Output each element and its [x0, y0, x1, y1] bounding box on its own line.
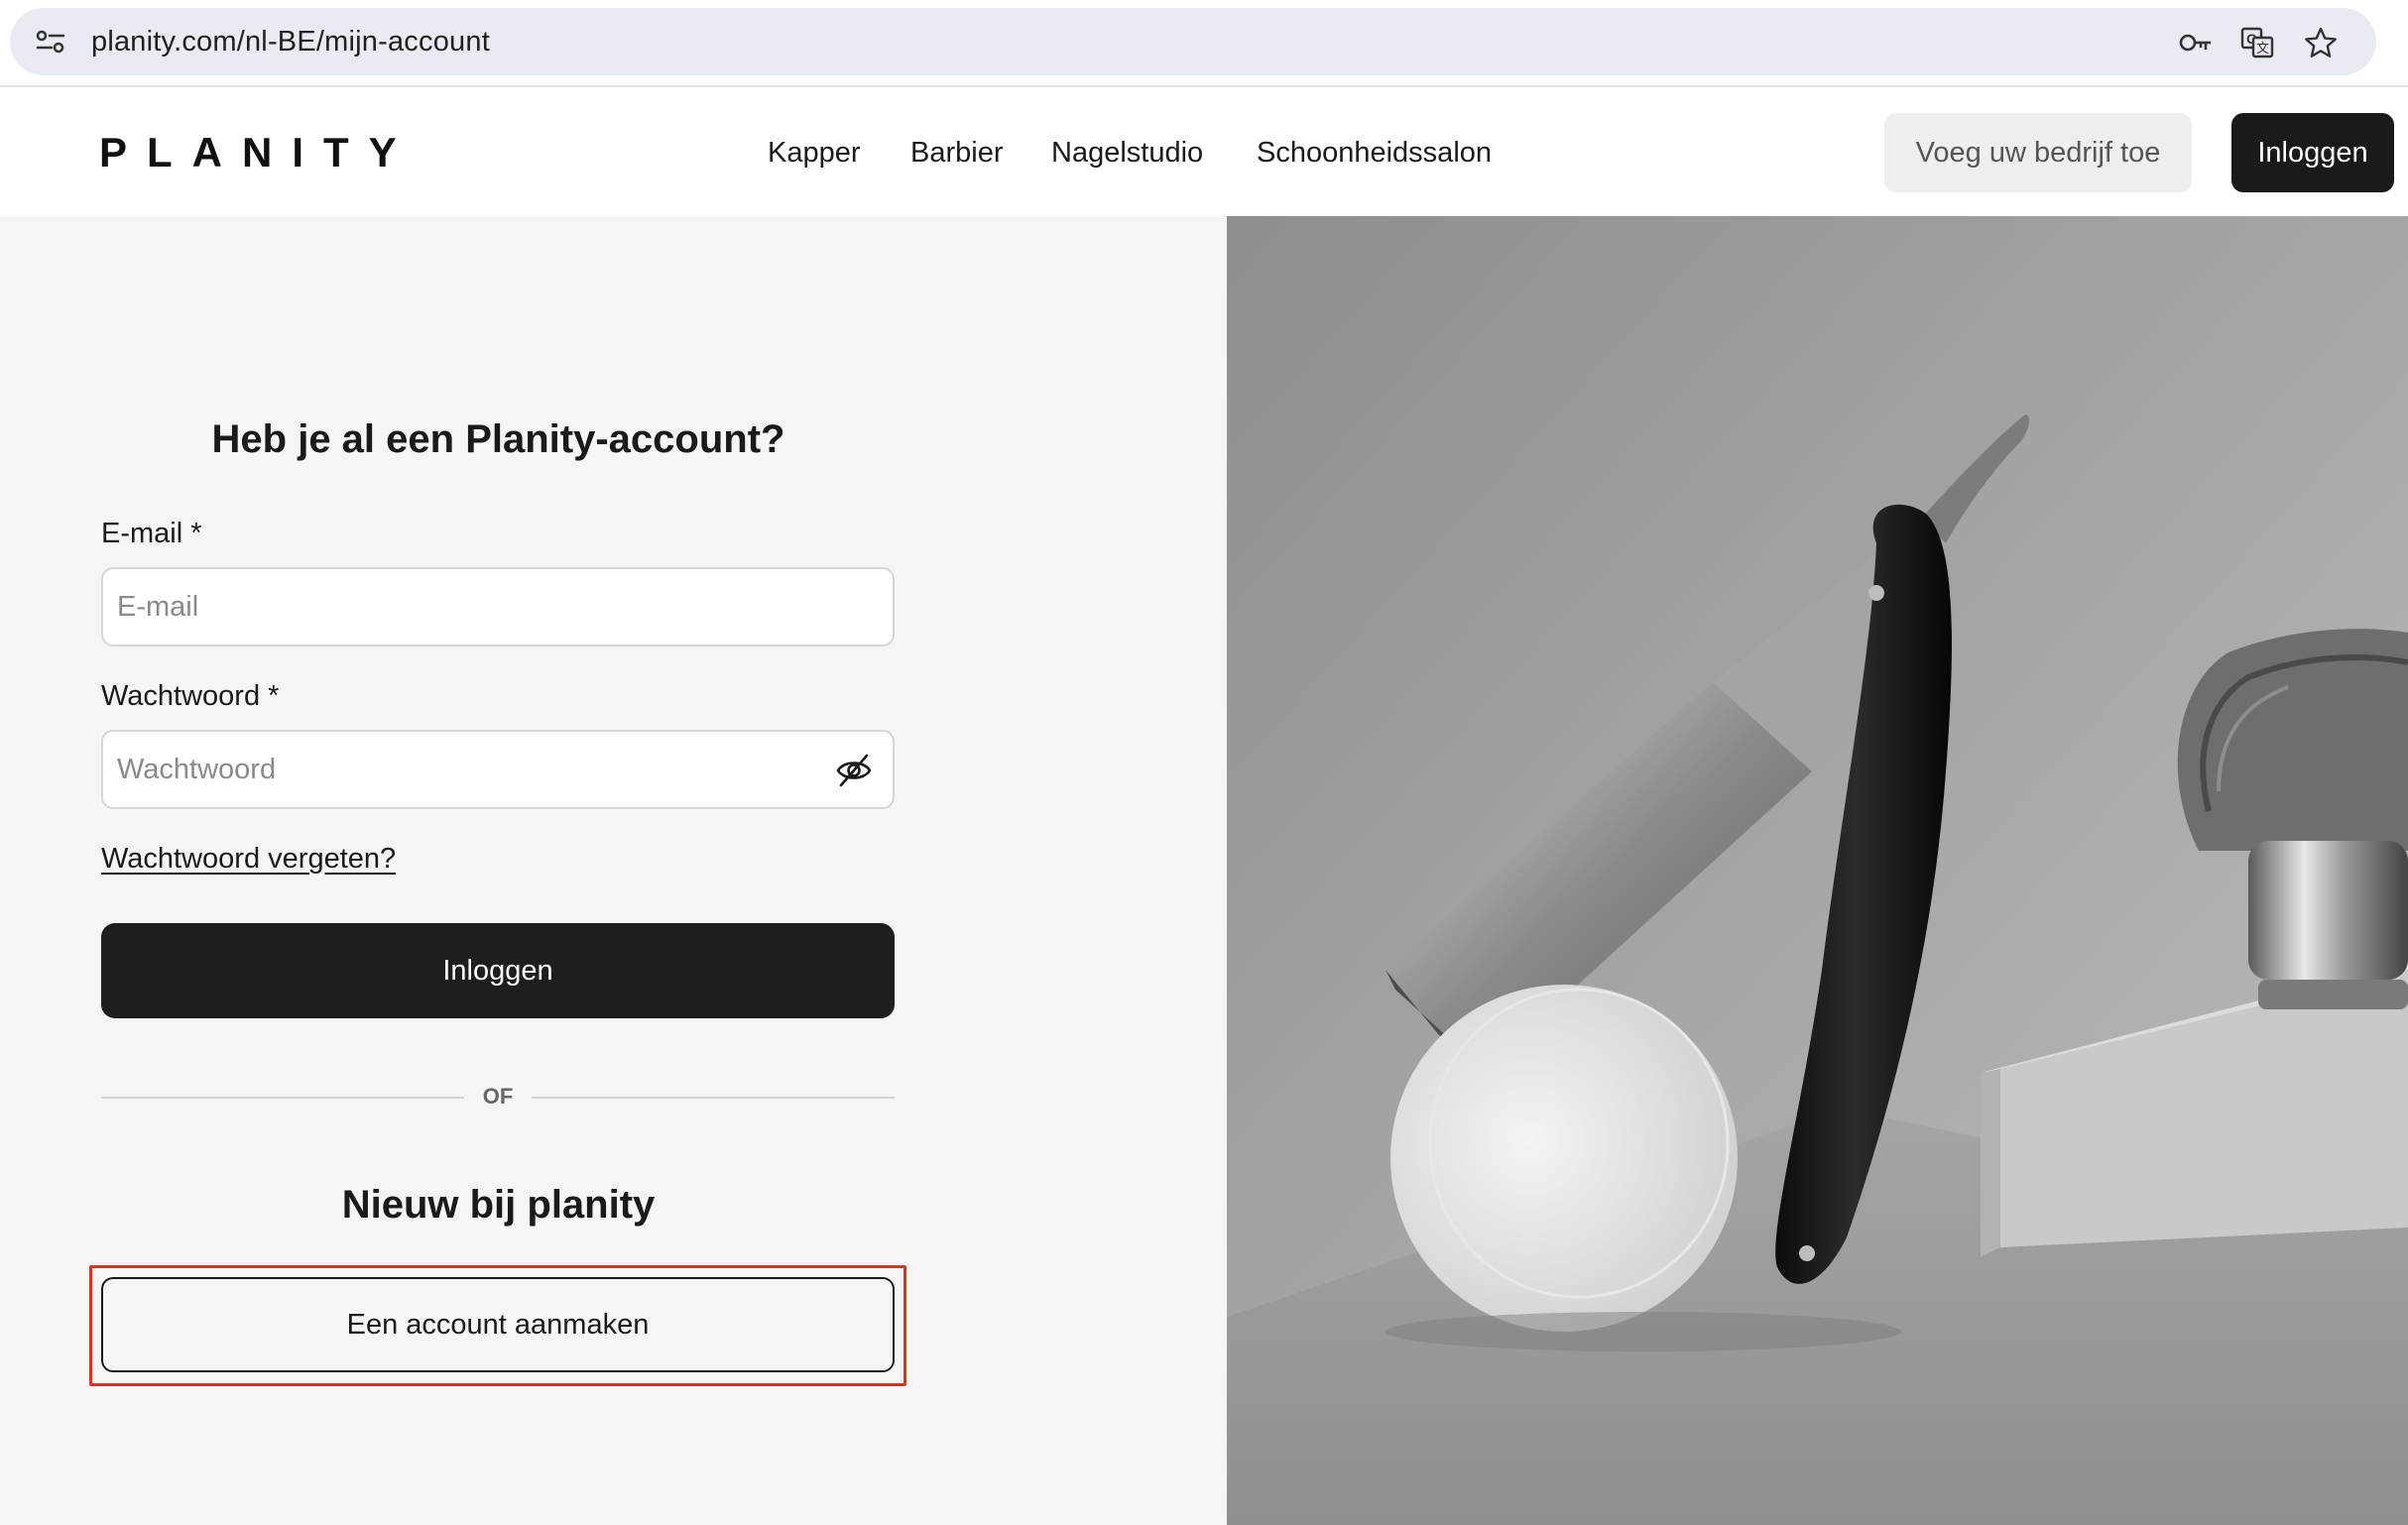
divider-line-left: [101, 1097, 464, 1099]
header-login-button[interactable]: Inloggen: [2231, 113, 2394, 192]
email-input[interactable]: [117, 569, 811, 645]
email-label: E-mail *: [101, 518, 202, 549]
hero-image: [1227, 216, 2408, 1525]
bookmark-star-icon[interactable]: [2303, 26, 2339, 59]
eye-off-icon[interactable]: [835, 752, 873, 789]
password-field[interactable]: [101, 730, 895, 809]
site-header: PLANITY Kapper Barbier Nagelstudio Schoo…: [0, 89, 2408, 216]
password-label: Wachtwoord *: [101, 680, 280, 712]
divider-or: OF: [482, 1084, 514, 1109]
forgot-password-link[interactable]: Wachtwoord vergeten?: [101, 841, 396, 877]
login-title: Heb je al een Planity-account?: [211, 417, 785, 461]
create-account-button[interactable]: Een account aanmaken: [101, 1277, 895, 1372]
signup-title: Nieuw bij planity: [341, 1183, 656, 1227]
divider-line-right: [532, 1097, 895, 1099]
nav-link-kapper[interactable]: Kapper: [768, 133, 861, 173]
url-text[interactable]: planity.com/nl-BE/mijn-account: [91, 8, 490, 75]
password-key-icon[interactable]: [2178, 26, 2214, 59]
planity-logo[interactable]: PLANITY: [99, 123, 417, 182]
browser-toolbar: planity.com/nl-BE/mijn-account G 文: [0, 0, 2408, 87]
login-submit-button[interactable]: Inloggen: [101, 923, 895, 1018]
translate-icon[interactable]: G 文: [2239, 26, 2275, 59]
svg-text:文: 文: [2256, 42, 2269, 57]
site-info-icon[interactable]: [36, 30, 65, 54]
login-panel: Heb je al een Planity-account? E-mail * …: [0, 216, 1227, 1525]
password-input[interactable]: [117, 732, 811, 807]
add-business-button[interactable]: Voeg uw bedrijf toe: [1884, 113, 2192, 192]
email-field[interactable]: [101, 567, 895, 646]
nav-link-schoonheidssalon[interactable]: Schoonheidssalon: [1257, 133, 1492, 173]
address-bar[interactable]: planity.com/nl-BE/mijn-account G 文: [10, 8, 2376, 75]
nav-link-nagelstudio[interactable]: Nagelstudio: [1051, 133, 1203, 173]
nav-link-barbier[interactable]: Barbier: [910, 133, 1004, 173]
